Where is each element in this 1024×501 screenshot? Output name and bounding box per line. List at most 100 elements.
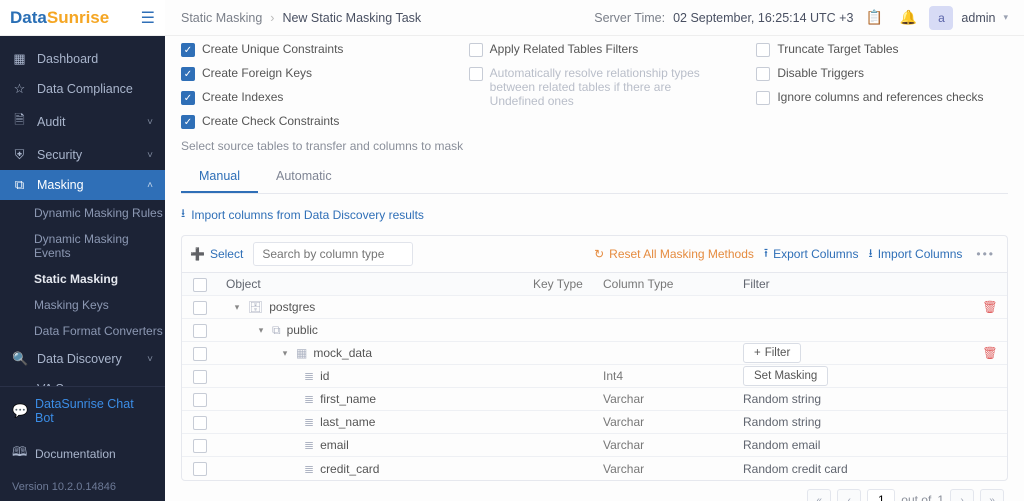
nav: ▦Dashboard☆Data Compliance🗎Audit˅⛨Securi… [0,36,165,386]
chat-bot-label: DataSunrise Chat Bot [35,397,153,425]
nav-item-security[interactable]: ⛨Security˅ [0,140,165,170]
caret-icon[interactable]: ▾ [232,302,242,313]
user-menu[interactable]: a admin ▾ [929,6,1008,30]
schema-icon: ⧉ [272,323,281,338]
import-columns-button[interactable]: ⭳ Import Columns [868,244,962,265]
object-name: postgres [269,300,315,314]
filter-button[interactable]: + Filter [743,343,801,363]
pager-first-button[interactable]: « [807,489,831,501]
delete-icon[interactable]: 🗑 [982,346,997,360]
nav-icon: ⧉ [12,177,27,193]
tab-automatic[interactable]: Automatic [258,161,350,193]
table-row: ≣credit_cardVarcharRandom credit card [182,457,1007,480]
export-columns-button[interactable]: ⭱ Export Columns [764,244,859,265]
row-checkbox[interactable] [193,347,207,361]
checkbox-create-foreign-keys[interactable]: ✓Create Foreign Keys [181,66,433,81]
checkbox-all[interactable] [193,278,207,292]
row-checkbox[interactable] [193,324,207,338]
export-columns-label: Export Columns [773,247,858,261]
download-icon: ⭳ [181,204,185,225]
breadcrumb-parent[interactable]: Static Masking [181,11,262,25]
checkbox-icon [756,91,770,105]
chevron-down-icon: ˅ [147,384,153,387]
sidebar-collapse-icon[interactable]: ☰ [141,8,155,28]
checkbox-truncate-target-tables[interactable]: Truncate Target Tables [756,42,1008,57]
sidebar: DataSunrise ☰ ▦Dashboard☆Data Compliance… [0,0,165,501]
pager-next-button[interactable]: › [950,489,974,501]
chevron-down-icon: ▾ [1003,12,1008,23]
nav-sub-data-format-converters[interactable]: Data Format Converters [0,318,165,344]
nav-item-data-discovery[interactable]: 🔍Data Discovery˅ [0,344,165,374]
nav-label: Data Compliance [37,82,133,96]
tab-manual[interactable]: Manual [181,161,258,193]
col-header-key-type[interactable]: Key Type [533,277,603,291]
checkbox-label: Create Check Constraints [202,114,339,128]
col-icon: ≣ [304,369,314,383]
documentation-link[interactable]: 🕮 Documentation [0,435,165,473]
chat-icon: 💬 [12,403,27,419]
plus-circle-icon: ➕ [190,247,205,261]
col-header-object[interactable]: Object [218,277,533,291]
check-column: Apply Related Tables FiltersAutomaticall… [469,42,721,129]
chevron-down-icon: ˅ [147,117,153,128]
checkbox-label: Ignore columns and references checks [777,90,983,104]
more-menu-icon[interactable]: ••• [972,247,999,261]
checkbox-apply-related-tables-filters[interactable]: Apply Related Tables Filters [469,42,721,57]
nav-sub-dynamic-masking-events[interactable]: Dynamic Masking Events [0,226,165,266]
pager-page-input[interactable] [867,489,895,501]
pager-last-button[interactable]: » [980,489,1004,501]
select-label: Select [210,247,243,261]
col-icon: ≣ [304,392,314,406]
version-label: Version 10.2.0.14846 [0,473,165,501]
col-header-column-type[interactable]: Column Type [603,277,743,291]
tabs: Manual Automatic [181,161,1008,194]
search-input[interactable] [253,242,413,266]
masking-method: Random credit card [743,462,848,476]
nav-sub-static-masking[interactable]: Static Masking [0,266,165,292]
row-checkbox[interactable] [193,439,207,453]
nav-sub-dynamic-masking-rules[interactable]: Dynamic Masking Rules [0,200,165,226]
row-checkbox[interactable] [193,301,207,315]
server-time-label: Server Time: [594,11,665,25]
checkbox-create-check-constraints[interactable]: ✓Create Check Constraints [181,114,433,129]
nav-item-dashboard[interactable]: ▦Dashboard [0,44,165,74]
avatar: a [929,6,953,30]
bell-icon[interactable]: 🔔 [895,5,921,31]
checkbox-create-unique-constraints[interactable]: ✓Create Unique Constraints [181,42,433,57]
masking-method: Random email [743,438,820,452]
row-checkbox[interactable] [193,370,207,384]
checkbox-icon [756,67,770,81]
import-discovery-link[interactable]: ⭳ Import columns from Data Discovery res… [181,204,1008,225]
nav-item-va-scanner[interactable]: ⌕VA Scanner˅ [0,374,165,386]
pager-out-of-label: out of [901,493,931,501]
checkbox-icon [469,67,483,81]
pager-prev-button[interactable]: ‹ [837,489,861,501]
nav-item-masking[interactable]: ⧉Masking˄ [0,170,165,200]
nav-sub-masking-keys[interactable]: Masking Keys [0,292,165,318]
row-checkbox[interactable] [193,416,207,430]
nav-item-data-compliance[interactable]: ☆Data Compliance [0,74,165,104]
checkbox-ignore-columns-and-references-[interactable]: Ignore columns and references checks [756,90,1008,105]
nav-item-audit[interactable]: 🗎Audit˅ [0,104,165,140]
chat-bot-link[interactable]: 💬 DataSunrise Chat Bot [0,386,165,435]
reset-masking-button[interactable]: ↻ Reset All Masking Methods [594,247,754,261]
table-row: ≣first_nameVarcharRandom string [182,388,1007,411]
delete-icon[interactable]: 🗑 [982,300,997,314]
set-masking-button[interactable]: Set Masking [743,366,828,386]
checkbox-disable-triggers[interactable]: Disable Triggers [756,66,1008,81]
caret-icon[interactable]: ▾ [256,325,266,336]
clipboard-icon[interactable]: 📋 [861,5,887,31]
select-button[interactable]: ➕ Select [190,247,243,261]
caret-icon[interactable]: ▾ [280,348,290,359]
checkbox-icon [469,43,483,57]
masking-method: Random string [743,415,821,429]
checkbox-label: Truncate Target Tables [777,42,898,56]
row-checkbox[interactable] [193,462,207,476]
checkbox-icon: ✓ [181,43,195,57]
row-checkbox[interactable] [193,393,207,407]
download-icon: ⭳ [868,244,872,265]
db-icon: 🗄 [248,300,263,314]
col-header-filter[interactable]: Filter [743,277,973,291]
checkbox-create-indexes[interactable]: ✓Create Indexes [181,90,433,105]
user-name: admin [961,11,995,25]
